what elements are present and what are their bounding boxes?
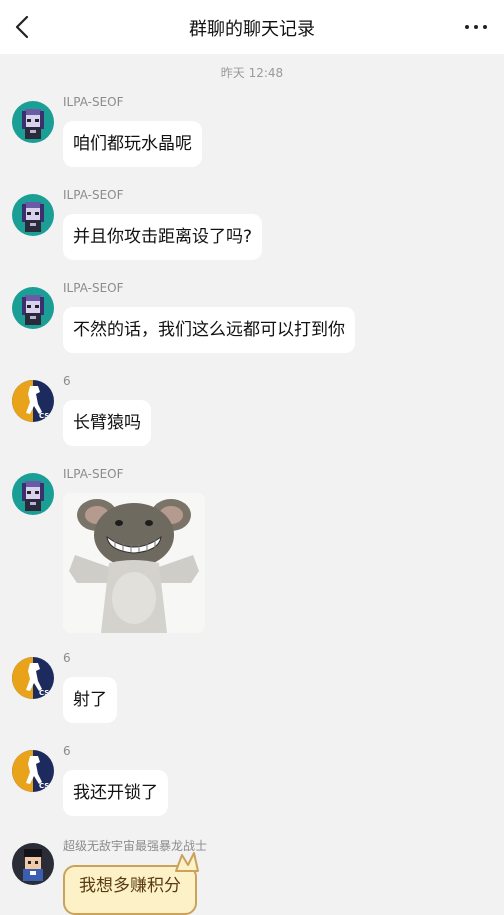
teal-pixel-avatar-icon: [12, 287, 54, 329]
avatar[interactable]: CS: [12, 657, 54, 699]
avatar[interactable]: [12, 101, 54, 143]
sender-name: ILPA-SEOF: [63, 467, 124, 481]
sender-name: 6: [63, 744, 71, 758]
message-bubble[interactable]: 射了: [63, 677, 117, 723]
avatar[interactable]: CS: [12, 750, 54, 792]
sender-name: ILPA-SEOF: [63, 95, 124, 109]
message-bubble[interactable]: 长臂猿吗: [63, 400, 151, 446]
more-dots-icon: [465, 25, 487, 29]
message-bubble[interactable]: 咱们都玩水晶呢: [63, 121, 202, 167]
avatar[interactable]: [12, 473, 54, 515]
top-bar: 群聊的聊天记录: [0, 0, 504, 54]
message-bubble[interactable]: 并且你攻击距离设了吗?: [63, 214, 263, 260]
avatar[interactable]: CS: [12, 380, 54, 422]
chevron-left-icon: [15, 15, 29, 39]
avatar[interactable]: [12, 843, 54, 885]
message-bubble[interactable]: 我还开锁了: [63, 770, 168, 816]
chat-timestamp: 昨天 12:48: [220, 66, 284, 80]
message-bubble[interactable]: 不然的话，我们这么远都可以打到你: [63, 307, 355, 353]
avatar[interactable]: [12, 194, 54, 236]
csgo-logo-avatar-icon: CS: [12, 750, 54, 792]
teal-pixel-avatar-icon: [12, 473, 54, 515]
back-button[interactable]: [8, 12, 38, 42]
sender-name: 6: [63, 651, 71, 665]
avatar[interactable]: [12, 287, 54, 329]
teal-pixel-avatar-icon: [12, 194, 54, 236]
grinning-mouse-sticker-icon: [63, 493, 205, 633]
page-title: 群聊的聊天记录: [189, 19, 315, 40]
more-options-button[interactable]: [464, 16, 488, 38]
cat-ear-icon: [175, 852, 199, 872]
sender-name: ILPA-SEOF: [63, 281, 124, 295]
svg-text:CS: CS: [39, 689, 49, 697]
sender-name: 6: [63, 374, 71, 388]
svg-text:CS: CS: [39, 782, 49, 790]
dark-pixel-avatar-icon: [12, 843, 54, 885]
sender-name: ILPA-SEOF: [63, 188, 124, 202]
sticker-image[interactable]: [63, 493, 205, 633]
teal-pixel-avatar-icon: [12, 101, 54, 143]
svg-text:CS: CS: [39, 412, 49, 420]
csgo-logo-avatar-icon: CS: [12, 380, 54, 422]
csgo-logo-avatar-icon: CS: [12, 657, 54, 699]
